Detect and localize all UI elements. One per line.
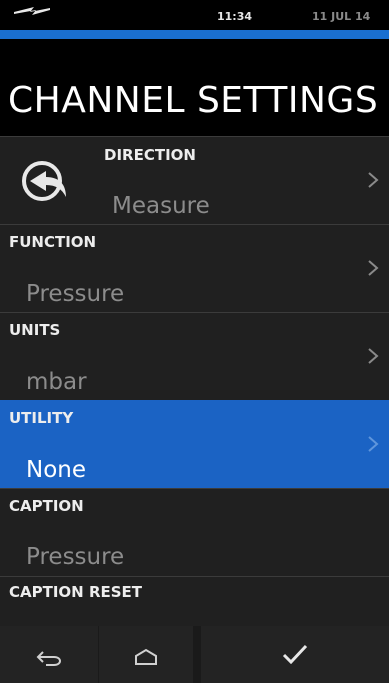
home-button[interactable] [99, 626, 193, 683]
checkmark-icon [282, 644, 308, 664]
back-button[interactable] [0, 626, 98, 683]
chevron-right-icon [368, 348, 379, 364]
setting-caption[interactable]: CAPTION Pressure [0, 488, 389, 576]
confirm-button[interactable] [201, 626, 389, 683]
setting-utility[interactable]: UTILITY None [0, 400, 389, 488]
home-icon [135, 648, 157, 665]
setting-label: CAPTION RESET [9, 583, 143, 601]
accent-bar [0, 30, 389, 39]
setting-value: mbar [26, 369, 87, 395]
setting-units[interactable]: UNITS mbar [0, 312, 389, 400]
status-time: 11:34 [217, 10, 253, 23]
setting-value: None [26, 457, 87, 483]
status-bar: 11:34 11 JUL 14 [0, 0, 389, 30]
page-title: CHANNEL SETTINGS [8, 80, 379, 121]
setting-label: FUNCTION [9, 233, 97, 251]
setting-label: UNITS [9, 321, 61, 339]
lightning-signal-icon [14, 7, 50, 15]
setting-value: Pressure [26, 544, 125, 570]
setting-label: DIRECTION [104, 146, 196, 164]
direction-arrow-icon [22, 161, 66, 201]
status-date: 11 JUL 14 [312, 10, 371, 23]
bottom-nav [0, 626, 389, 683]
setting-value: Pressure [26, 281, 125, 307]
setting-label: CAPTION [9, 497, 84, 515]
setting-function[interactable]: FUNCTION Pressure [0, 224, 389, 312]
chevron-right-icon [368, 260, 379, 276]
setting-direction[interactable]: DIRECTION Measure [0, 136, 389, 224]
setting-label: UTILITY [9, 409, 74, 427]
chevron-right-icon [368, 172, 379, 188]
setting-caption-reset[interactable]: CAPTION RESET [0, 576, 389, 626]
chevron-right-icon [368, 436, 379, 452]
back-icon [36, 651, 62, 666]
setting-value: Measure [112, 193, 210, 219]
